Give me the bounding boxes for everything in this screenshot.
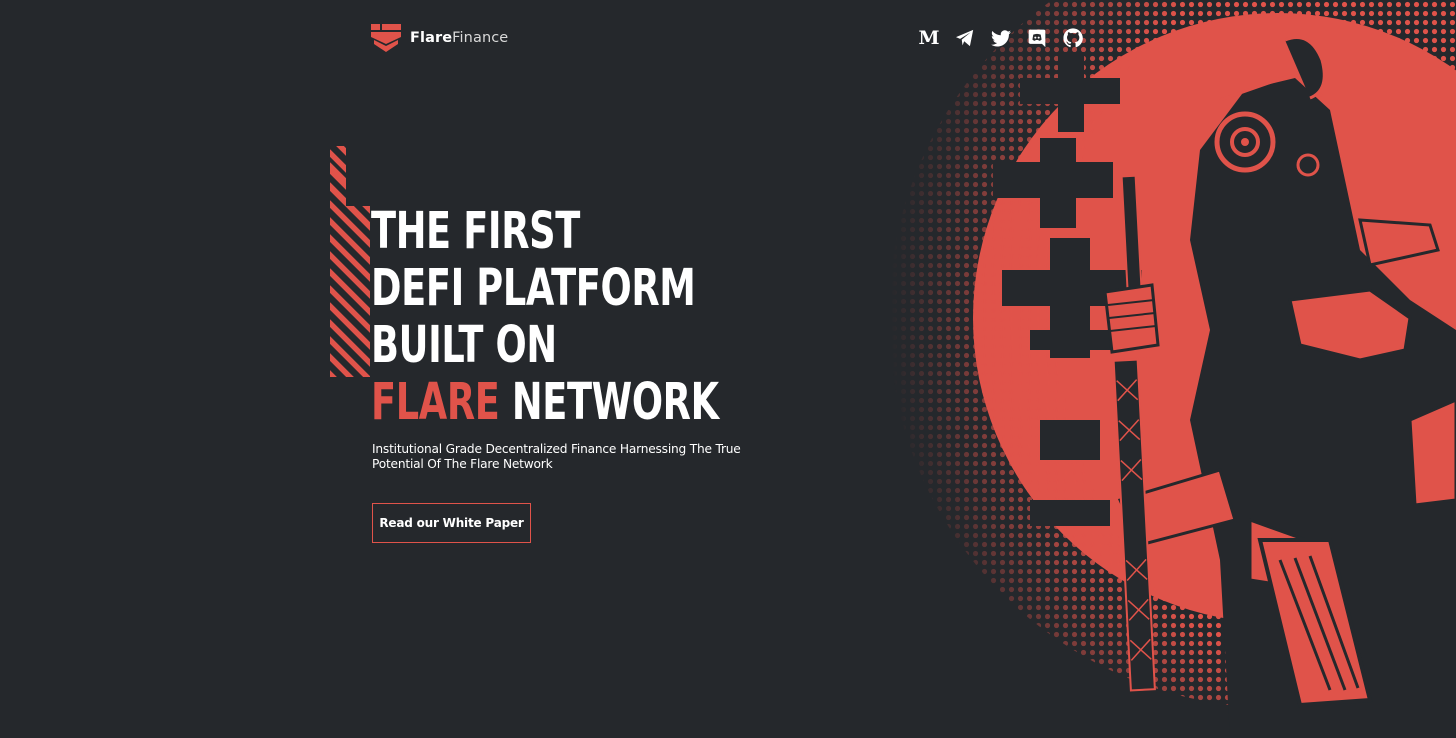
headline-line-2: DEFI PLATFORM	[371, 259, 696, 318]
headline-line-4-rest: NETWORK	[499, 373, 719, 432]
github-glyph	[1063, 28, 1083, 48]
brand-name: FlareFinance	[410, 30, 509, 46]
samurai-illustration	[890, 0, 1456, 738]
twitter-icon[interactable]	[991, 28, 1011, 48]
flare-logo-icon	[371, 24, 401, 52]
headline-line-1: THE FIRST	[371, 202, 580, 261]
brand-logo[interactable]: FlareFinance	[370, 22, 508, 54]
headline-line-4: FLARE NETWORK	[371, 374, 719, 431]
landing-page: FlareFinance M THE FIRST DEFI PLATFORM B…	[0, 0, 1456, 738]
github-icon[interactable]	[1063, 28, 1083, 48]
hero-subtitle: Institutional Grade Decentralized Financ…	[372, 442, 741, 471]
twitter-glyph	[991, 29, 1011, 46]
telegram-icon[interactable]	[955, 28, 975, 48]
medium-glyph: M	[918, 27, 940, 49]
headline-accent: FLARE	[371, 373, 500, 432]
telegram-glyph	[956, 29, 974, 47]
headline-line-3: BUILT ON	[371, 316, 557, 375]
white-paper-button[interactable]: Read our White Paper	[372, 503, 531, 543]
hero-headline: THE FIRST DEFI PLATFORM BUILT ON FLARE N…	[371, 203, 719, 431]
social-links: M	[918, 27, 1083, 49]
medium-icon[interactable]: M	[918, 27, 940, 49]
discord-glyph	[1028, 29, 1046, 48]
discord-icon[interactable]	[1027, 28, 1047, 48]
